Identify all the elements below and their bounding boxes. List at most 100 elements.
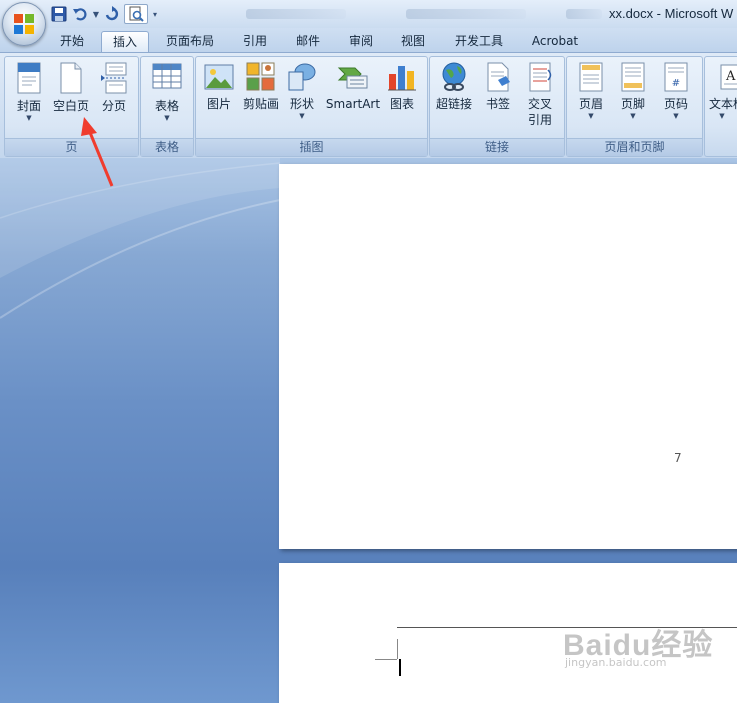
blank-page-label: 空白页 [52, 99, 89, 113]
table-icon [152, 63, 182, 89]
chart-icon [388, 66, 416, 91]
bookmark-icon [487, 62, 510, 92]
group-header-footer: 页眉 ▼ 页脚 ▼ # 页码 ▼ 页眉和页脚 [566, 56, 703, 157]
cover-page-dropdown-arrow[interactable]: ▼ [9, 114, 49, 122]
cross-reference-button[interactable]: 交叉 引用 [520, 62, 560, 128]
group-links: 超链接 书签 交叉引用 链接 [429, 56, 565, 157]
chart-button[interactable]: 图表 [382, 62, 422, 112]
header-label: 页眉 [578, 97, 603, 111]
picture-button[interactable]: 图片 [200, 62, 238, 112]
tab-view[interactable]: 视图 [392, 31, 434, 52]
customize-qat-arrow[interactable]: ▾ [151, 6, 159, 22]
bookmark-button[interactable]: 书签 [478, 62, 518, 112]
text-box-label: 文本框 [709, 97, 737, 111]
save-button[interactable] [50, 5, 68, 23]
cross-reference-label-line2: 引用 [527, 113, 552, 127]
document-page[interactable]: 7 [279, 164, 737, 549]
group-tables: 表格 ▼ 表格 [140, 56, 194, 157]
group-pages: 封面 ▼ 空白页 分页 页 [4, 56, 139, 157]
clip-art-button[interactable]: 剪贴画 [240, 62, 282, 112]
undo-dropdown-arrow[interactable]: ▼ [92, 6, 100, 22]
cover-page-button[interactable]: 封面 ▼ [9, 62, 49, 122]
group-text: A 文本框 ▼ [704, 56, 737, 157]
shapes-button[interactable]: 形状 ▼ [284, 62, 320, 120]
smartart-label: SmartArt [325, 97, 381, 111]
clip-art-label: 剪贴画 [242, 97, 279, 111]
footer-button[interactable]: 页脚 ▼ [613, 62, 653, 120]
redo-icon [105, 6, 119, 21]
undo-button[interactable] [71, 5, 89, 23]
bookmark-label: 书签 [485, 97, 510, 111]
tab-home[interactable]: 开始 [50, 31, 94, 52]
tab-references[interactable]: 引用 [234, 31, 276, 52]
smartart-icon [337, 67, 368, 89]
cross-reference-icon [529, 62, 552, 92]
baidu-watermark: Baidu经验 jingyan.baidu.com [563, 620, 713, 669]
margin-corner-mark [397, 639, 398, 659]
page-number-dropdown-arrow[interactable]: ▼ [655, 112, 697, 120]
page-number-text: 7 [674, 451, 682, 465]
undo-icon [73, 8, 87, 21]
header-button[interactable]: 页眉 ▼ [571, 62, 611, 120]
header-dropdown-arrow[interactable]: ▼ [571, 112, 611, 120]
text-box-dropdown-arrow[interactable]: ▼ [709, 112, 735, 120]
quick-access-toolbar: ▼ ▾ [50, 4, 159, 24]
hyperlink-label: 超链接 [435, 97, 472, 111]
text-cursor [399, 659, 401, 676]
blurred-title-fragment [406, 9, 526, 19]
tab-insert[interactable]: 插入 [101, 31, 149, 53]
group-header-footer-label: 页眉和页脚 [567, 138, 702, 156]
svg-text:#: # [672, 78, 680, 89]
table-label: 表格 [154, 99, 179, 113]
cross-reference-label: 交叉 引用 [520, 96, 560, 128]
clip-art-icon [246, 62, 275, 91]
blurred-title-fragment [246, 9, 346, 19]
group-links-label: 链接 [430, 138, 564, 156]
window-title: xx.docx - Microsoft W [609, 6, 734, 21]
print-preview-button[interactable] [124, 4, 148, 24]
tab-review[interactable]: 审阅 [340, 31, 382, 52]
group-pages-label: 页 [5, 138, 138, 156]
shapes-icon [288, 63, 316, 91]
picture-label: 图片 [206, 97, 231, 111]
watermark-url: jingyan.baidu.com [565, 656, 667, 669]
text-box-button[interactable]: A 文本框 ▼ [709, 62, 737, 120]
table-dropdown-arrow[interactable]: ▼ [145, 114, 189, 122]
shapes-dropdown-arrow[interactable]: ▼ [284, 112, 320, 120]
ribbon: 封面 ▼ 空白页 分页 页 表格 ▼ 表格 图片 剪贴画 形状 ▼ SmartA… [0, 52, 737, 158]
tab-acrobat[interactable]: Acrobat [524, 31, 586, 52]
page-break-icon [101, 62, 127, 94]
text-box-icon: A [720, 64, 737, 90]
tab-page-layout[interactable]: 页面布局 [158, 31, 222, 52]
tab-mailings[interactable]: 邮件 [287, 31, 329, 52]
page-number-button[interactable]: # 页码 ▼ [655, 62, 697, 120]
page-break-button[interactable]: 分页 [95, 62, 133, 114]
tab-developer[interactable]: 开发工具 [446, 31, 512, 52]
table-button[interactable]: 表格 ▼ [145, 62, 189, 122]
page-break-label: 分页 [101, 99, 126, 113]
footer-icon [621, 62, 645, 92]
picture-icon [204, 64, 234, 90]
cover-page-icon [17, 62, 41, 94]
chart-label: 图表 [389, 97, 414, 111]
blank-page-icon [60, 62, 82, 94]
hyperlink-icon [442, 62, 466, 91]
group-illustrations: 图片 剪贴画 形状 ▼ SmartArt 图表 插图 [195, 56, 428, 157]
page-number-icon: # [664, 62, 688, 92]
smartart-button[interactable]: SmartArt [324, 62, 382, 112]
blank-page-button[interactable]: 空白页 [49, 62, 93, 114]
cross-reference-label-line1: 交叉 [527, 97, 552, 111]
redo-button[interactable] [103, 5, 121, 23]
title-bar: ▼ ▾ xx.docx - Microsoft W [0, 0, 737, 28]
footer-label: 页脚 [620, 97, 645, 111]
page-number-label: 页码 [663, 97, 688, 111]
group-illustrations-label: 插图 [196, 138, 427, 156]
footer-dropdown-arrow[interactable]: ▼ [613, 112, 653, 120]
office-button[interactable] [2, 2, 46, 46]
cover-page-label: 封面 [16, 99, 41, 113]
save-icon [51, 6, 67, 22]
group-tables-label: 表格 [141, 138, 193, 156]
office-logo-icon [14, 14, 34, 34]
blurred-title-fragment [566, 9, 602, 19]
hyperlink-button[interactable]: 超链接 [432, 62, 476, 112]
